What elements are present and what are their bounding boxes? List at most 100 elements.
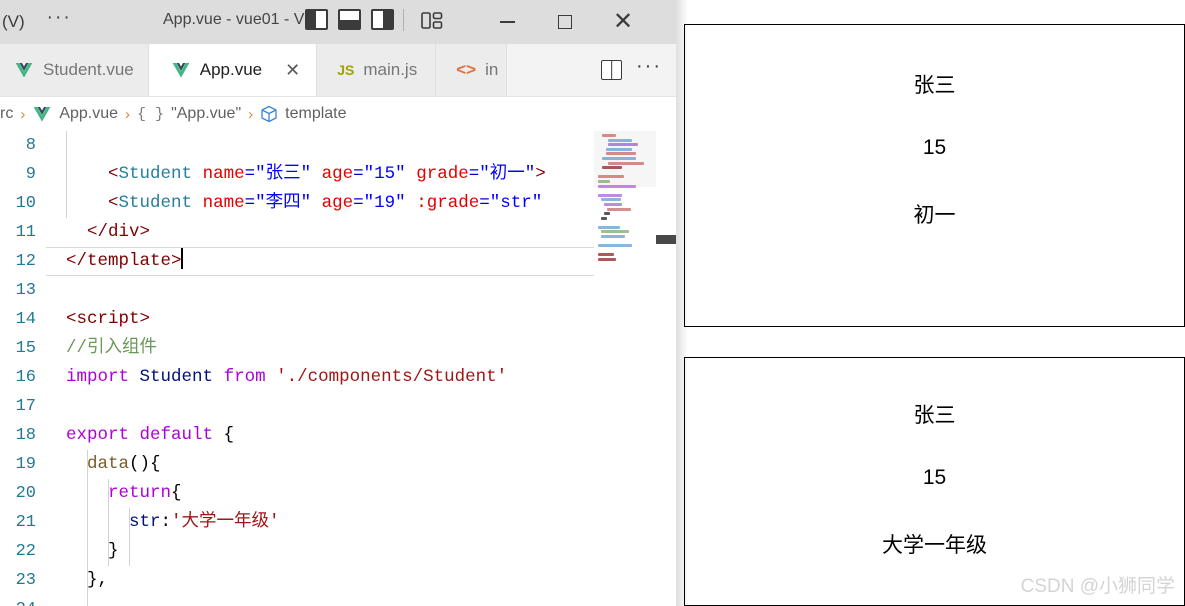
indent-guide [66,189,67,218]
code-token: (){ [129,454,161,474]
toggle-panel-icon[interactable] [338,9,361,30]
code-editor[interactable]: 8 9 10 11 12 13 14 15 16 17 18 19 20 21 … [0,131,676,606]
code-line[interactable]: return{ [46,479,676,508]
minimap-line [601,230,629,234]
line-number: 19 [15,455,36,474]
tab-index-html[interactable]: <> in [436,44,508,96]
code-token: = [244,164,256,184]
tab-main-js[interactable]: JS main.js [317,44,437,96]
indent-guide [108,508,109,537]
menu-bar-tail[interactable]: (V) [0,12,25,32]
breadcrumb-item-src[interactable]: rc [0,105,13,123]
code-line[interactable]: str:'大学一年级' [46,508,676,537]
close-button[interactable]: ✕ [594,0,652,44]
minimap-line [598,249,654,252]
indent-guide [108,479,109,508]
code-token: export [66,425,130,445]
toggle-primary-sidebar-icon[interactable] [305,9,328,30]
browser-preview: 张三 15 初一 张三 15 大学一年级 CSDN @小狮同学 [676,0,1185,606]
minimap-line [598,244,632,248]
editor-scrollbar[interactable] [656,131,676,606]
tab-app-vue[interactable]: App.vue ✕ [148,44,318,96]
minimap-line [598,225,620,229]
code-content[interactable]: <Student name="张三" age="15" grade="初一"> … [46,131,676,606]
tab-bar-actions: ··· [587,44,676,96]
cube-icon [260,105,278,123]
menu-overflow-icon[interactable]: ··· [47,8,72,30]
split-editor-icon[interactable] [601,60,623,80]
minimize-button[interactable] [478,0,536,44]
minimap-line [598,171,654,174]
code-line[interactable]: </div> [46,218,676,247]
code-line[interactable]: data(){ [46,450,676,479]
code-token: :grade [416,193,480,213]
scrollbar-thumb[interactable] [656,235,676,244]
layout-toggle-group [305,9,394,30]
code-token: //引入组件 [66,338,158,358]
code-token: = [353,164,364,184]
toggle-secondary-sidebar-icon[interactable] [371,9,394,30]
code-line[interactable]: </template> [46,247,616,276]
minimap-line [602,156,636,160]
line-number: 12 [15,252,36,271]
breadcrumb-item-symbol[interactable]: "App.vue" [171,105,241,123]
line-number: 8 [25,136,36,155]
code-token: Student [139,367,214,387]
code-line[interactable]: } [46,537,676,566]
maximize-button[interactable] [536,0,594,44]
tab-label: App.vue [199,60,263,79]
minimap-line [598,175,624,179]
tab-label: Student.vue [43,60,134,79]
chevron-right-icon: › [20,105,26,123]
minimap-line [608,138,632,142]
minimap-line [598,253,614,257]
line-number: 14 [15,310,36,329]
code-line[interactable] [46,131,676,160]
code-token: </div> [87,222,151,242]
code-line[interactable]: export default { [46,421,676,450]
code-line[interactable]: }, [46,566,676,595]
code-line[interactable]: import Student from './components/Studen… [46,363,676,392]
indent-guide [129,537,130,566]
app-root: (V) ··· App.vue - vue01 - Vi... ✕ Studen… [0,0,1185,606]
minimap-line [604,202,622,206]
minimap[interactable] [594,131,656,606]
code-line[interactable]: <script> [46,305,676,334]
tab-student-vue[interactable]: Student.vue [0,44,149,96]
line-number: 16 [15,368,36,387]
minimap-line [598,193,622,197]
breadcrumb-item-file[interactable]: App.vue [59,105,118,123]
line-number: 22 [15,542,36,561]
code-line[interactable]: <Student name="李四" age="19" :grade="str" [46,189,676,218]
minimap-line [598,221,654,224]
line-number: 15 [15,339,36,358]
code-token: './components/Student' [276,367,508,387]
indent-guide [87,479,88,508]
more-actions-icon[interactable]: ··· [636,56,662,77]
code-line[interactable] [46,392,676,421]
code-token: name [202,164,245,184]
html-icon: <> [456,60,477,79]
breadcrumb-item-template[interactable]: template [285,105,346,123]
code-token: name [202,193,245,213]
code-token: = [479,193,490,213]
code-token: > [535,164,546,184]
code-token: data [87,454,130,474]
tab-close-icon[interactable]: ✕ [285,60,300,81]
student-card: 张三 15 大学一年级 [684,357,1185,606]
code-line[interactable]: <Student name="张三" age="15" grade="初一"> [46,160,676,189]
customize-layout-icon[interactable] [421,11,443,30]
code-line[interactable] [46,276,676,305]
code-token: = [353,193,364,213]
code-line[interactable] [46,595,676,606]
code-line[interactable]: //引入组件 [46,334,676,363]
line-number: 24 [0,595,46,606]
